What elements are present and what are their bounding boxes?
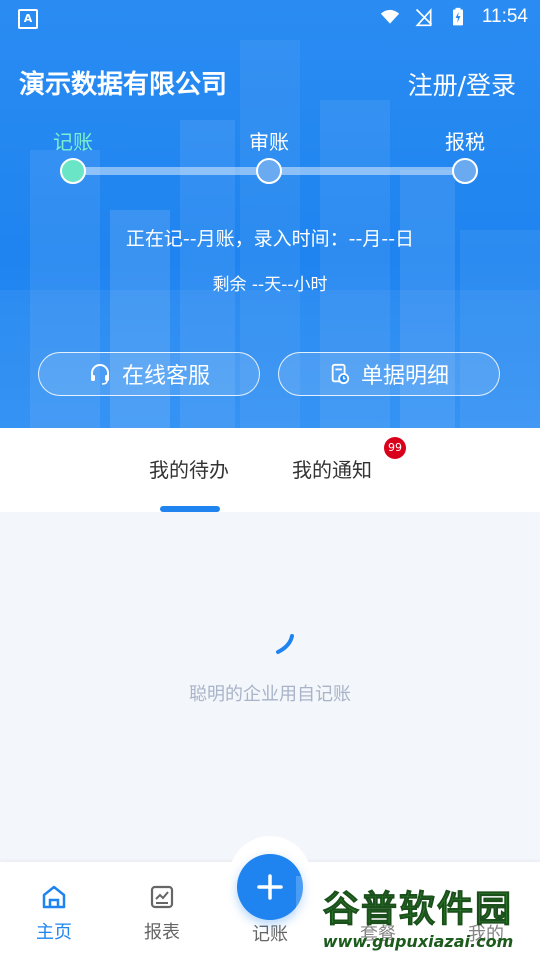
battery-charging-icon — [452, 7, 463, 26]
step-label-bookkeeping: 记账 — [53, 130, 93, 154]
tab-bar: 我的待办 我的通知 99 — [0, 428, 540, 512]
app-notification-icon: A — [18, 9, 38, 29]
headset-icon — [90, 364, 109, 385]
watermark-url: www.gupuxiazai.com — [322, 931, 514, 951]
plus-icon — [257, 874, 283, 900]
step-label-tax: 报税 — [445, 130, 485, 154]
documents-label: 单据明细 — [360, 364, 449, 389]
nav-home[interactable]: 主页 — [14, 882, 94, 944]
step-dot-tax — [452, 158, 478, 184]
watermark: 谷普软件园 www.gupuxiazai.com — [296, 876, 540, 954]
online-service-button[interactable]: 在线客服 — [38, 352, 260, 396]
company-name: 演示数据有限公司 — [19, 70, 228, 100]
notification-count-badge: 99 — [384, 437, 406, 459]
step-dot-bookkeeping — [60, 158, 86, 184]
remaining-time: 剩余 --天--小时 — [212, 275, 328, 295]
progress-steps: 记账 审账 报税 — [0, 120, 540, 200]
step-label-audit: 审账 — [249, 130, 289, 154]
todo-panel: 聪明的企业用自记账 — [0, 512, 540, 862]
nav-home-label: 主页 — [36, 922, 72, 943]
home-icon — [42, 885, 66, 909]
status-bar: A 11:54 — [0, 0, 540, 36]
documents-button[interactable]: 单据明细 — [278, 352, 500, 396]
watermark-title: 谷普软件园 — [322, 888, 513, 930]
hero-banner: A 11:54 演示数据有限公司 注册/登录 记账 审账 报税 正在记--月账，… — [0, 0, 540, 428]
nav-reports-label: 报表 — [144, 922, 180, 943]
report-icon — [150, 885, 174, 909]
document-clock-icon — [331, 363, 350, 385]
bookkeeping-status: 正在记--月账，录入时间：--月--日 — [125, 228, 415, 250]
no-signal-icon — [415, 8, 432, 27]
tab-notifications[interactable]: 我的通知 — [292, 454, 372, 483]
tab-todo[interactable]: 我的待办 — [149, 454, 229, 483]
add-entry-button[interactable] — [237, 854, 303, 920]
step-dot-audit — [256, 158, 282, 184]
online-service-label: 在线客服 — [121, 364, 210, 389]
empty-state-slogan: 聪明的企业用自记账 — [189, 684, 351, 705]
nav-reports[interactable]: 报表 — [122, 882, 202, 944]
register-login-link[interactable]: 注册/登录 — [408, 66, 516, 102]
clock: 11:54 — [481, 6, 528, 27]
loading-spinner-icon — [276, 634, 294, 654]
wifi-icon — [380, 9, 400, 24]
